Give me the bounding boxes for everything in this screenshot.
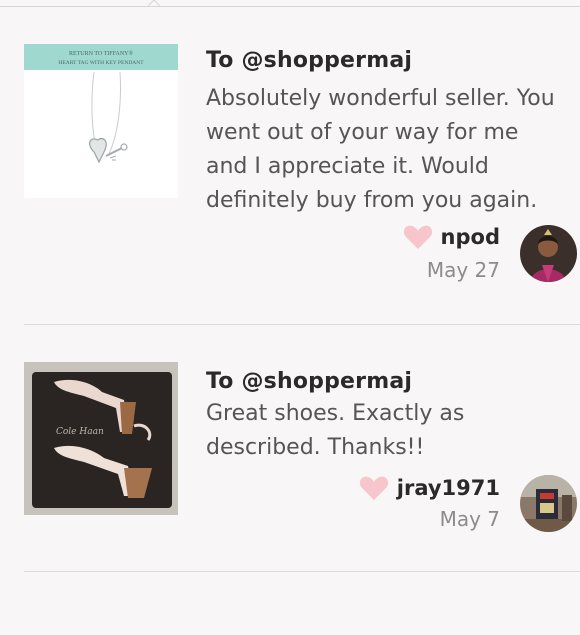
review-date: May 27 [426, 258, 500, 282]
review-divider [24, 571, 580, 572]
review-text-line: Absolutely wonderful seller. You [206, 86, 555, 111]
review-text: Great shoes. Exactly as described. Thank… [206, 397, 580, 465]
reviewer-avatar-image [520, 475, 577, 532]
review-item: Cole Haan To @shoppermaj Great shoes. Ex… [0, 345, 580, 635]
heart-icon [359, 476, 388, 500]
wedge-shoes-thumbnail: Cole Haan [24, 362, 178, 515]
reviewer-username[interactable]: npod [441, 225, 500, 249]
reviewer-row: jray1971 [359, 475, 500, 501]
review-divider [24, 324, 580, 325]
svg-text:Cole Haan: Cole Haan [56, 427, 104, 437]
thumbnail-caption-line-2: HEART TAG WITH KEY PENDANT [58, 60, 144, 66]
tiffany-necklace-thumbnail: RETURN TO TIFFANY® HEART TAG WITH KEY PE… [24, 44, 178, 198]
avatar[interactable] [520, 475, 577, 532]
thumbnail-caption-line-1: RETURN TO TIFFANY® [69, 50, 134, 57]
reviewer-avatar-image [520, 225, 577, 282]
review-text-line: described. Thanks!! [206, 435, 425, 460]
review-recipient[interactable]: To @shoppermaj [206, 369, 412, 394]
listing-thumbnail[interactable]: RETURN TO TIFFANY® HEART TAG WITH KEY PE… [24, 44, 178, 198]
listing-thumbnail[interactable]: Cole Haan [24, 362, 178, 515]
review-date: May 7 [439, 507, 500, 531]
top-divider [0, 6, 580, 7]
review-text-line: and I appreciate it. Would [206, 154, 489, 179]
avatar[interactable] [520, 225, 577, 282]
review-text-line: Great shoes. Exactly as [206, 401, 465, 426]
reviewer-username[interactable]: jray1971 [397, 476, 500, 500]
heart-icon [403, 225, 432, 249]
review-text-line: definitely buy from you again. [206, 188, 538, 213]
review-text: Absolutely wonderful seller. You went ou… [206, 82, 580, 218]
reviewer-row: npod [403, 224, 500, 250]
review-text-line: went out of your way for me [206, 120, 519, 145]
review-item: RETURN TO TIFFANY® HEART TAG WITH KEY PE… [0, 30, 580, 320]
pointer-notch-icon [148, 0, 160, 7]
review-recipient[interactable]: To @shoppermaj [206, 48, 412, 73]
